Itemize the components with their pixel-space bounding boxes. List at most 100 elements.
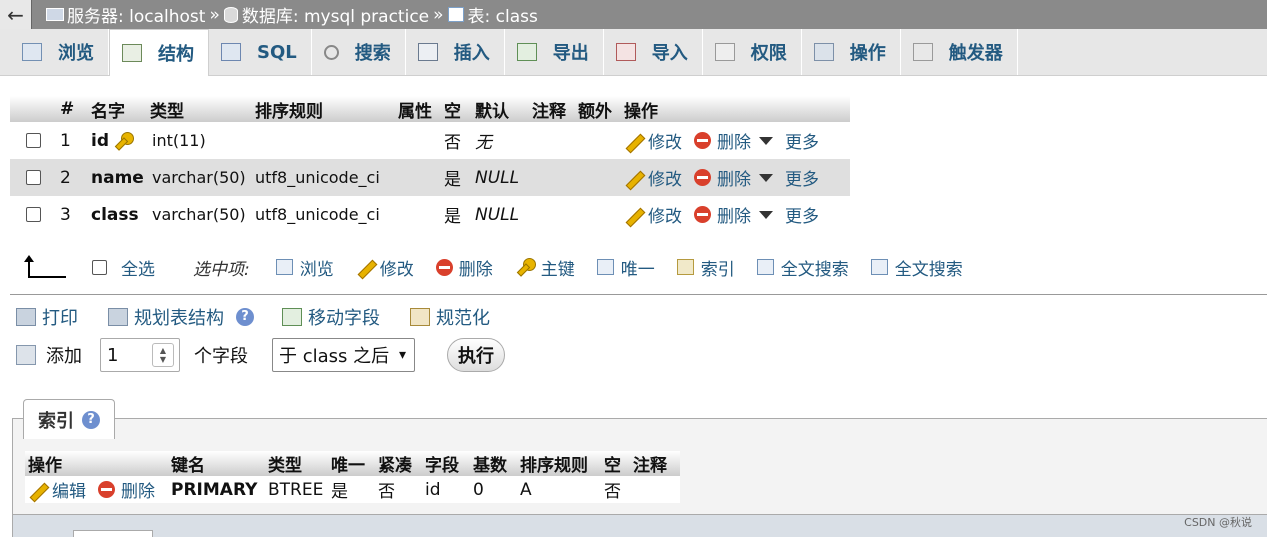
index-packed: 否 — [378, 482, 395, 502]
delete-icon — [98, 481, 115, 498]
table-row: 编辑 删除 PRIMARY BTREE 是 否 id 0 A 否 — [25, 476, 680, 503]
col-header-type: 类型 — [150, 101, 184, 122]
row-number: 2 — [60, 167, 71, 188]
column-name[interactable]: id — [91, 131, 152, 151]
edit-column-link[interactable]: 修改 — [624, 165, 682, 190]
divider — [10, 294, 1267, 295]
more-dropdown[interactable]: 更多 — [751, 165, 819, 190]
go-button[interactable]: 执行 — [447, 338, 505, 372]
primary-key-icon — [113, 131, 134, 150]
help-icon[interactable]: ? — [236, 308, 254, 326]
column-collation: utf8_unicode_ci — [255, 168, 380, 187]
tab-import[interactable]: 导入 — [604, 29, 703, 75]
browse-icon — [22, 43, 42, 61]
drop-index-link[interactable]: 删除 — [98, 477, 155, 502]
indexes-table: 操作 键名 类型 唯一 紧凑 字段 基数 排序规则 空 注释 编辑 删除 PRI… — [25, 451, 680, 503]
tab-operations[interactable]: 操作 — [802, 29, 901, 75]
column-null: 是 — [444, 170, 461, 190]
drop-column-link[interactable]: 删除 — [694, 202, 751, 227]
watermark: CSDN @秋说 — [1184, 516, 1252, 529]
structure-icon — [122, 44, 142, 62]
normalize-link[interactable]: 规范化 — [410, 304, 490, 330]
tab-sql[interactable]: SQL — [209, 29, 312, 75]
help-icon[interactable]: ? — [82, 410, 100, 429]
dropdown-arrow-icon — [759, 173, 773, 182]
drop-column-link[interactable]: 删除 — [694, 128, 751, 153]
pencil-icon — [356, 258, 374, 276]
add-label: 添加 — [46, 346, 82, 367]
search-icon — [323, 44, 339, 60]
bulk-browse-button[interactable]: 浏览 — [275, 255, 334, 280]
bulk-unique-button[interactable]: 唯一 — [596, 255, 655, 280]
pencil-icon — [624, 169, 642, 187]
tab-insert[interactable]: 插入 — [406, 29, 505, 75]
breadcrumb-database[interactable]: 数据库: mysql practice — [242, 2, 429, 27]
col-header-action: 操作 — [624, 101, 658, 122]
arrow-up-icon — [24, 255, 66, 279]
add-columns-form: 添加 1 ▲ ▼ 个字段 于 class 之后 ▾ 执行 — [16, 336, 505, 374]
bottom-button[interactable] — [73, 530, 153, 537]
bulk-primary-button[interactable]: 主键 — [515, 255, 575, 280]
dropdown-arrow-icon — [759, 136, 773, 145]
index-column: id — [425, 479, 441, 500]
breadcrumb-server[interactable]: 服务器: localhost — [67, 2, 205, 27]
position-select[interactable]: 于 class 之后 ▾ — [272, 338, 415, 372]
row-checkbox[interactable] — [25, 207, 41, 222]
column-name[interactable]: class — [91, 205, 152, 225]
col-header-name: 名字 — [91, 101, 125, 122]
column-type: varchar(50) — [152, 168, 246, 187]
browse-icon — [275, 259, 293, 275]
bulk-edit-button[interactable]: 修改 — [356, 255, 414, 280]
index-keyname: PRIMARY — [171, 479, 258, 500]
pencil-icon — [624, 206, 642, 224]
bulk-index-button[interactable]: 索引 — [676, 255, 735, 280]
print-link[interactable]: 打印 — [16, 304, 78, 330]
fulltext-icon — [870, 259, 888, 275]
edit-column-link[interactable]: 修改 — [624, 202, 682, 227]
chevron-down-icon: ▾ — [398, 347, 406, 363]
dropdown-arrow-icon — [759, 210, 773, 219]
spinner-icon[interactable]: ▲ ▼ — [152, 343, 174, 367]
export-icon — [516, 43, 537, 61]
row-checkbox[interactable] — [25, 133, 41, 148]
col-header-num: # — [60, 99, 75, 119]
table-row: 3 class varchar(50) utf8_unicode_ci 是 NU… — [10, 196, 850, 233]
more-dropdown[interactable]: 更多 — [751, 128, 819, 153]
edit-column-link[interactable]: 修改 — [624, 128, 682, 153]
row-checkbox[interactable] — [25, 170, 41, 185]
tab-search[interactable]: 搜索 — [312, 29, 406, 75]
printer-icon — [16, 308, 36, 326]
column-collation: utf8_unicode_ci — [255, 205, 380, 224]
column-default: NULL — [475, 167, 520, 188]
more-dropdown[interactable]: 更多 — [751, 202, 819, 227]
check-all-label[interactable]: 全选 — [121, 255, 155, 280]
fulltext-icon — [756, 259, 774, 275]
pencil-icon — [624, 132, 642, 150]
propose-structure-link[interactable]: 规划表结构? — [108, 304, 254, 330]
import-icon — [615, 43, 636, 61]
tab-export[interactable]: 导出 — [505, 29, 604, 75]
column-null: 是 — [444, 207, 461, 227]
delete-icon — [694, 206, 711, 223]
column-name[interactable]: name — [91, 168, 152, 188]
bulk-fulltext-button-2[interactable]: 全文搜索 — [870, 255, 963, 280]
move-columns-link[interactable]: 移动字段 — [282, 304, 380, 330]
index-icon — [676, 259, 694, 275]
tab-privileges[interactable]: 权限 — [703, 29, 802, 75]
back-arrow-icon[interactable]: ← — [0, 0, 32, 29]
check-all-checkbox[interactable] — [92, 259, 107, 275]
edit-index-link[interactable]: 编辑 — [28, 477, 86, 502]
unique-icon — [596, 259, 614, 275]
drop-column-link[interactable]: 删除 — [694, 165, 751, 190]
bulk-fulltext-button[interactable]: 全文搜索 — [756, 255, 849, 280]
tab-structure[interactable]: 结构 — [109, 29, 209, 76]
move-columns-icon — [282, 308, 302, 326]
col-header-collation: 排序规则 — [255, 101, 323, 122]
breadcrumb-table[interactable]: 表: class — [468, 2, 538, 27]
column-count-input[interactable]: 1 ▲ ▼ — [100, 338, 180, 372]
bulk-drop-button[interactable]: 删除 — [435, 255, 493, 280]
structure-table: # 名字 类型 排序规则 属性 空 默认 注释 额外 操作 1 id int(1… — [10, 96, 850, 233]
tab-browse[interactable]: 浏览 — [10, 29, 109, 75]
indexes-tab[interactable]: 索引 ? — [23, 399, 115, 439]
tab-triggers[interactable]: 触发器 — [901, 29, 1018, 75]
